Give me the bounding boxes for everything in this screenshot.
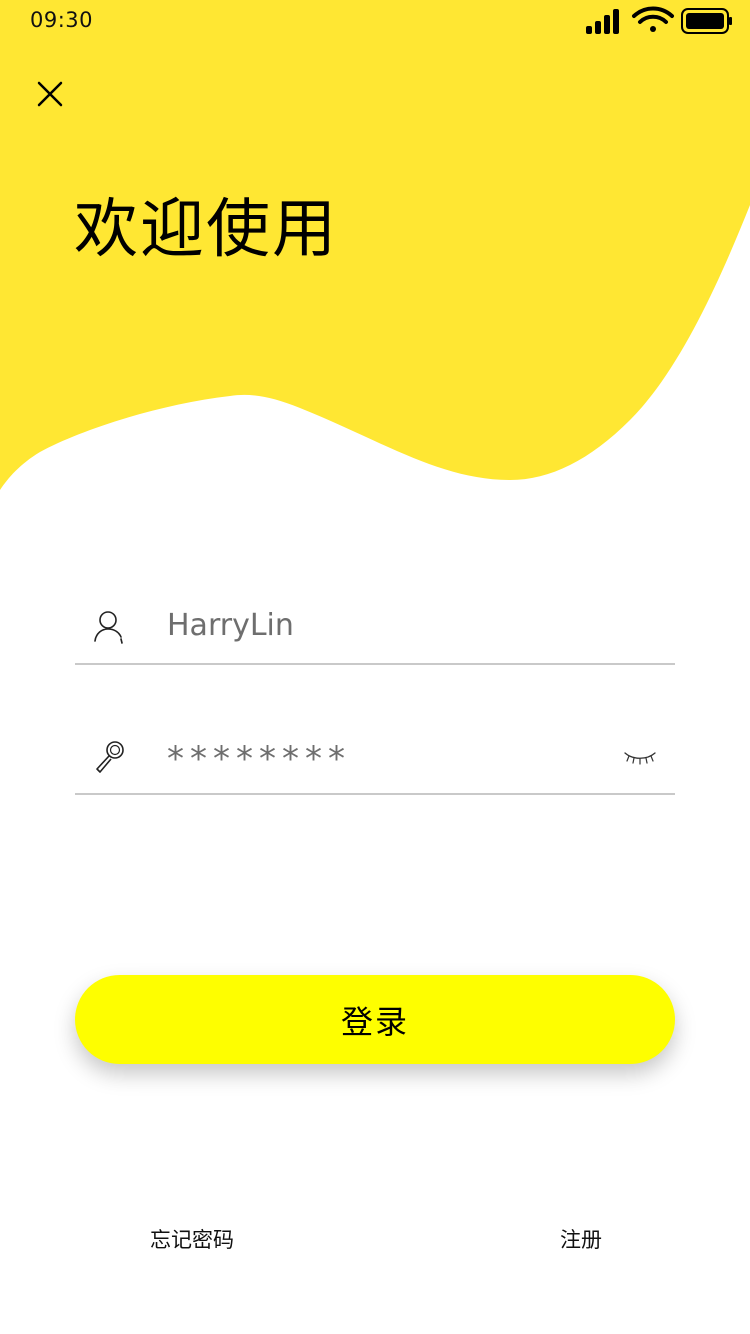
password-input[interactable] bbox=[167, 733, 597, 785]
login-screen: 09:30 欢迎使用 HarryLin ******** 登录 忘记密码 注册 bbox=[0, 0, 750, 1334]
close-icon[interactable] bbox=[30, 74, 70, 114]
battery-icon bbox=[681, 8, 732, 34]
login-button[interactable]: 登录 bbox=[75, 975, 675, 1064]
register-link[interactable]: 注册 bbox=[560, 1224, 602, 1254]
forgot-password-link[interactable]: 忘记密码 bbox=[150, 1224, 234, 1254]
status-time: 09:30 bbox=[30, 8, 94, 32]
user-icon bbox=[94, 611, 123, 644]
status-icons bbox=[586, 6, 732, 34]
username-input[interactable] bbox=[167, 599, 597, 651]
key-icon bbox=[96, 741, 124, 773]
page-title: 欢迎使用 bbox=[74, 193, 338, 267]
password-field bbox=[75, 703, 675, 795]
username-field bbox=[75, 573, 675, 665]
eye-closed-icon[interactable] bbox=[623, 747, 657, 767]
signal-icon bbox=[586, 9, 619, 34]
wifi-icon bbox=[632, 6, 674, 32]
